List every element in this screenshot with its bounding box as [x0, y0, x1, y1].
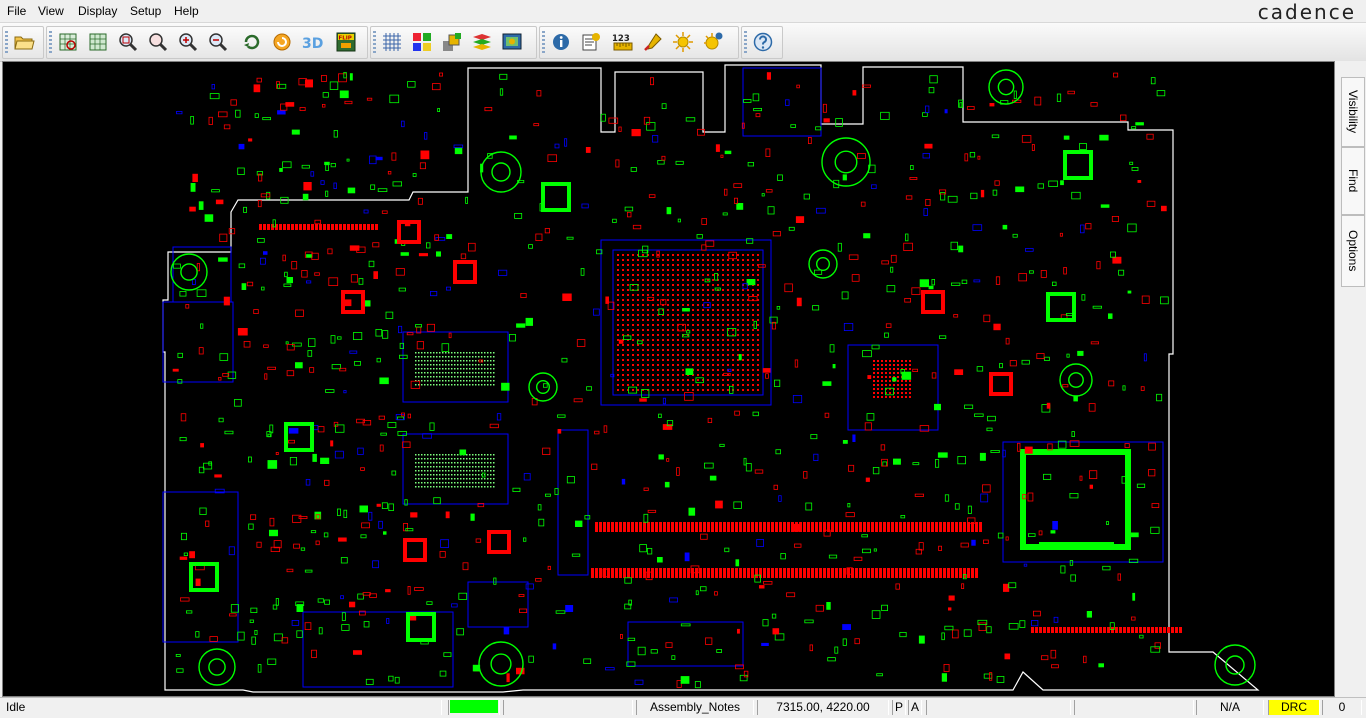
empty-cell	[503, 700, 633, 715]
tab-find[interactable]: Find	[1341, 147, 1365, 215]
measure-icon[interactable]: 123	[610, 30, 636, 54]
zoom-out-icon[interactable]	[205, 30, 231, 54]
mode-indicator: N/A	[1196, 700, 1264, 715]
dehighlight-icon[interactable]	[700, 30, 726, 54]
design-canvas[interactable]	[2, 61, 1335, 697]
layer-icon[interactable]	[439, 30, 465, 54]
flip-label: FLIP	[339, 35, 352, 41]
tab-options-label: Options	[1346, 230, 1360, 272]
toolbar-group-tools: 123	[539, 26, 739, 59]
color-dialog-icon[interactable]	[409, 30, 435, 54]
toolbar-grip[interactable]	[49, 31, 52, 55]
toolbar-grip[interactable]	[373, 31, 376, 55]
toolbar-group-layers	[370, 26, 537, 59]
tab-visibility-label: Visibility	[1346, 90, 1360, 134]
cadence-logo: cadence	[1257, 0, 1356, 24]
brightness-icon[interactable]	[670, 30, 696, 54]
tab-visibility[interactable]: Visibility	[1341, 77, 1365, 147]
tab-options[interactable]: Options	[1341, 215, 1365, 287]
status-text: Idle	[2, 700, 442, 715]
a-toggle[interactable]: A	[908, 700, 922, 715]
help-icon[interactable]	[750, 30, 776, 54]
flip-icon[interactable]: FLIP	[333, 30, 359, 54]
zoom-fit-icon[interactable]	[55, 30, 81, 54]
drc-count: 0	[1322, 700, 1362, 715]
zoom-previous-icon[interactable]	[145, 30, 171, 54]
empty-cell	[926, 700, 1071, 715]
zoom-select-icon[interactable]	[115, 30, 141, 54]
status-bar: Idle Assembly_Notes 7315.00, 4220.00 P A…	[0, 697, 1366, 718]
drc-indicator[interactable]: DRC	[1268, 700, 1320, 715]
toolbar: 3D FLIP 123	[0, 22, 1366, 62]
toolbar-grip[interactable]	[744, 31, 747, 55]
menu-view[interactable]: View	[38, 4, 64, 18]
menu-display[interactable]: Display	[78, 4, 117, 18]
3d-label: 3D	[302, 36, 323, 52]
board-outline	[162, 64, 1260, 693]
zoom-in-icon[interactable]	[175, 30, 201, 54]
toolbar-group-view: 3D FLIP	[46, 26, 368, 59]
3d-view-icon[interactable]: 3D	[299, 30, 325, 54]
active-layer[interactable]: Assembly_Notes	[636, 700, 754, 715]
tab-find-label: Find	[1346, 169, 1360, 193]
toolbar-grip[interactable]	[542, 31, 545, 55]
redraw-icon[interactable]	[269, 30, 295, 54]
cpu-bga	[617, 254, 911, 398]
refresh-icon[interactable]	[239, 30, 265, 54]
menu-help[interactable]: Help	[174, 4, 199, 18]
empty-cell	[1074, 700, 1194, 715]
toolbar-grip[interactable]	[5, 31, 8, 55]
menu-bar: File View Display Setup Help cadence	[0, 0, 1366, 24]
zoom-world-icon[interactable]	[85, 30, 111, 54]
highlight-icon[interactable]	[640, 30, 666, 54]
activity-indicator	[448, 700, 500, 715]
toolbar-group-file	[2, 26, 44, 59]
p-toggle[interactable]: P	[892, 700, 906, 715]
side-panel-tabs: Visibility Find Options	[1335, 61, 1366, 695]
board-view-icon[interactable]	[499, 30, 525, 54]
open-folder-icon[interactable]	[11, 30, 37, 54]
pcb-board[interactable]	[3, 62, 1334, 696]
properties-icon[interactable]	[578, 30, 604, 54]
menu-setup[interactable]: Setup	[130, 4, 161, 18]
toolbar-group-help	[741, 26, 783, 59]
info-icon[interactable]	[548, 30, 574, 54]
grid-icon[interactable]	[379, 30, 405, 54]
menu-file[interactable]: File	[7, 4, 26, 18]
coordinate-readout: 7315.00, 4220.00	[757, 700, 889, 715]
stackup-icon[interactable]	[469, 30, 495, 54]
